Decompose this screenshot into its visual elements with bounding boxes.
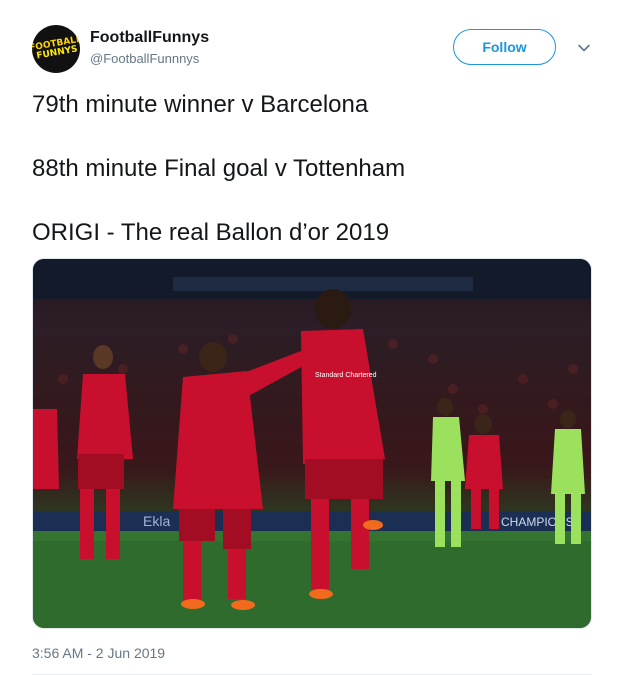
user-names: FootballFunnys @FootballFunnnys	[90, 28, 209, 68]
avatar[interactable]: FOOTBALL FUNNYS	[32, 25, 80, 73]
shirt-sponsor: Standard Chartered	[315, 372, 377, 379]
follow-button[interactable]: Follow	[453, 29, 556, 65]
tweet-line: 79th minute winner v Barcelona	[32, 91, 369, 118]
display-name[interactable]: FootballFunnys	[90, 28, 209, 48]
user-handle[interactable]: @FootballFunnnys	[90, 50, 209, 68]
tweet-line: 88th minute Final goal v Tottenham	[32, 155, 406, 182]
board-text: Ekla	[143, 513, 170, 529]
tweet-timestamp[interactable]: 3:56 AM - 2 Jun 2019	[32, 644, 165, 662]
chevron-down-icon[interactable]	[576, 40, 592, 56]
avatar-logo: FOOTBALL FUNNYS	[32, 34, 80, 62]
celebration-photo: Ekla CHAMPIONS Standard Chartered	[33, 259, 591, 628]
tweet-text: 79th minute winner v Barcelona 88th minu…	[32, 90, 592, 247]
tweet-card: FOOTBALL FUNNYS FootballFunnys @Football…	[0, 0, 622, 675]
tweet-photo[interactable]: Ekla CHAMPIONS Standard Chartered	[32, 258, 592, 629]
player-edge-left	[33, 409, 59, 489]
tweet-line: ORIGI - The real Ballon d’or 2019	[32, 219, 390, 246]
